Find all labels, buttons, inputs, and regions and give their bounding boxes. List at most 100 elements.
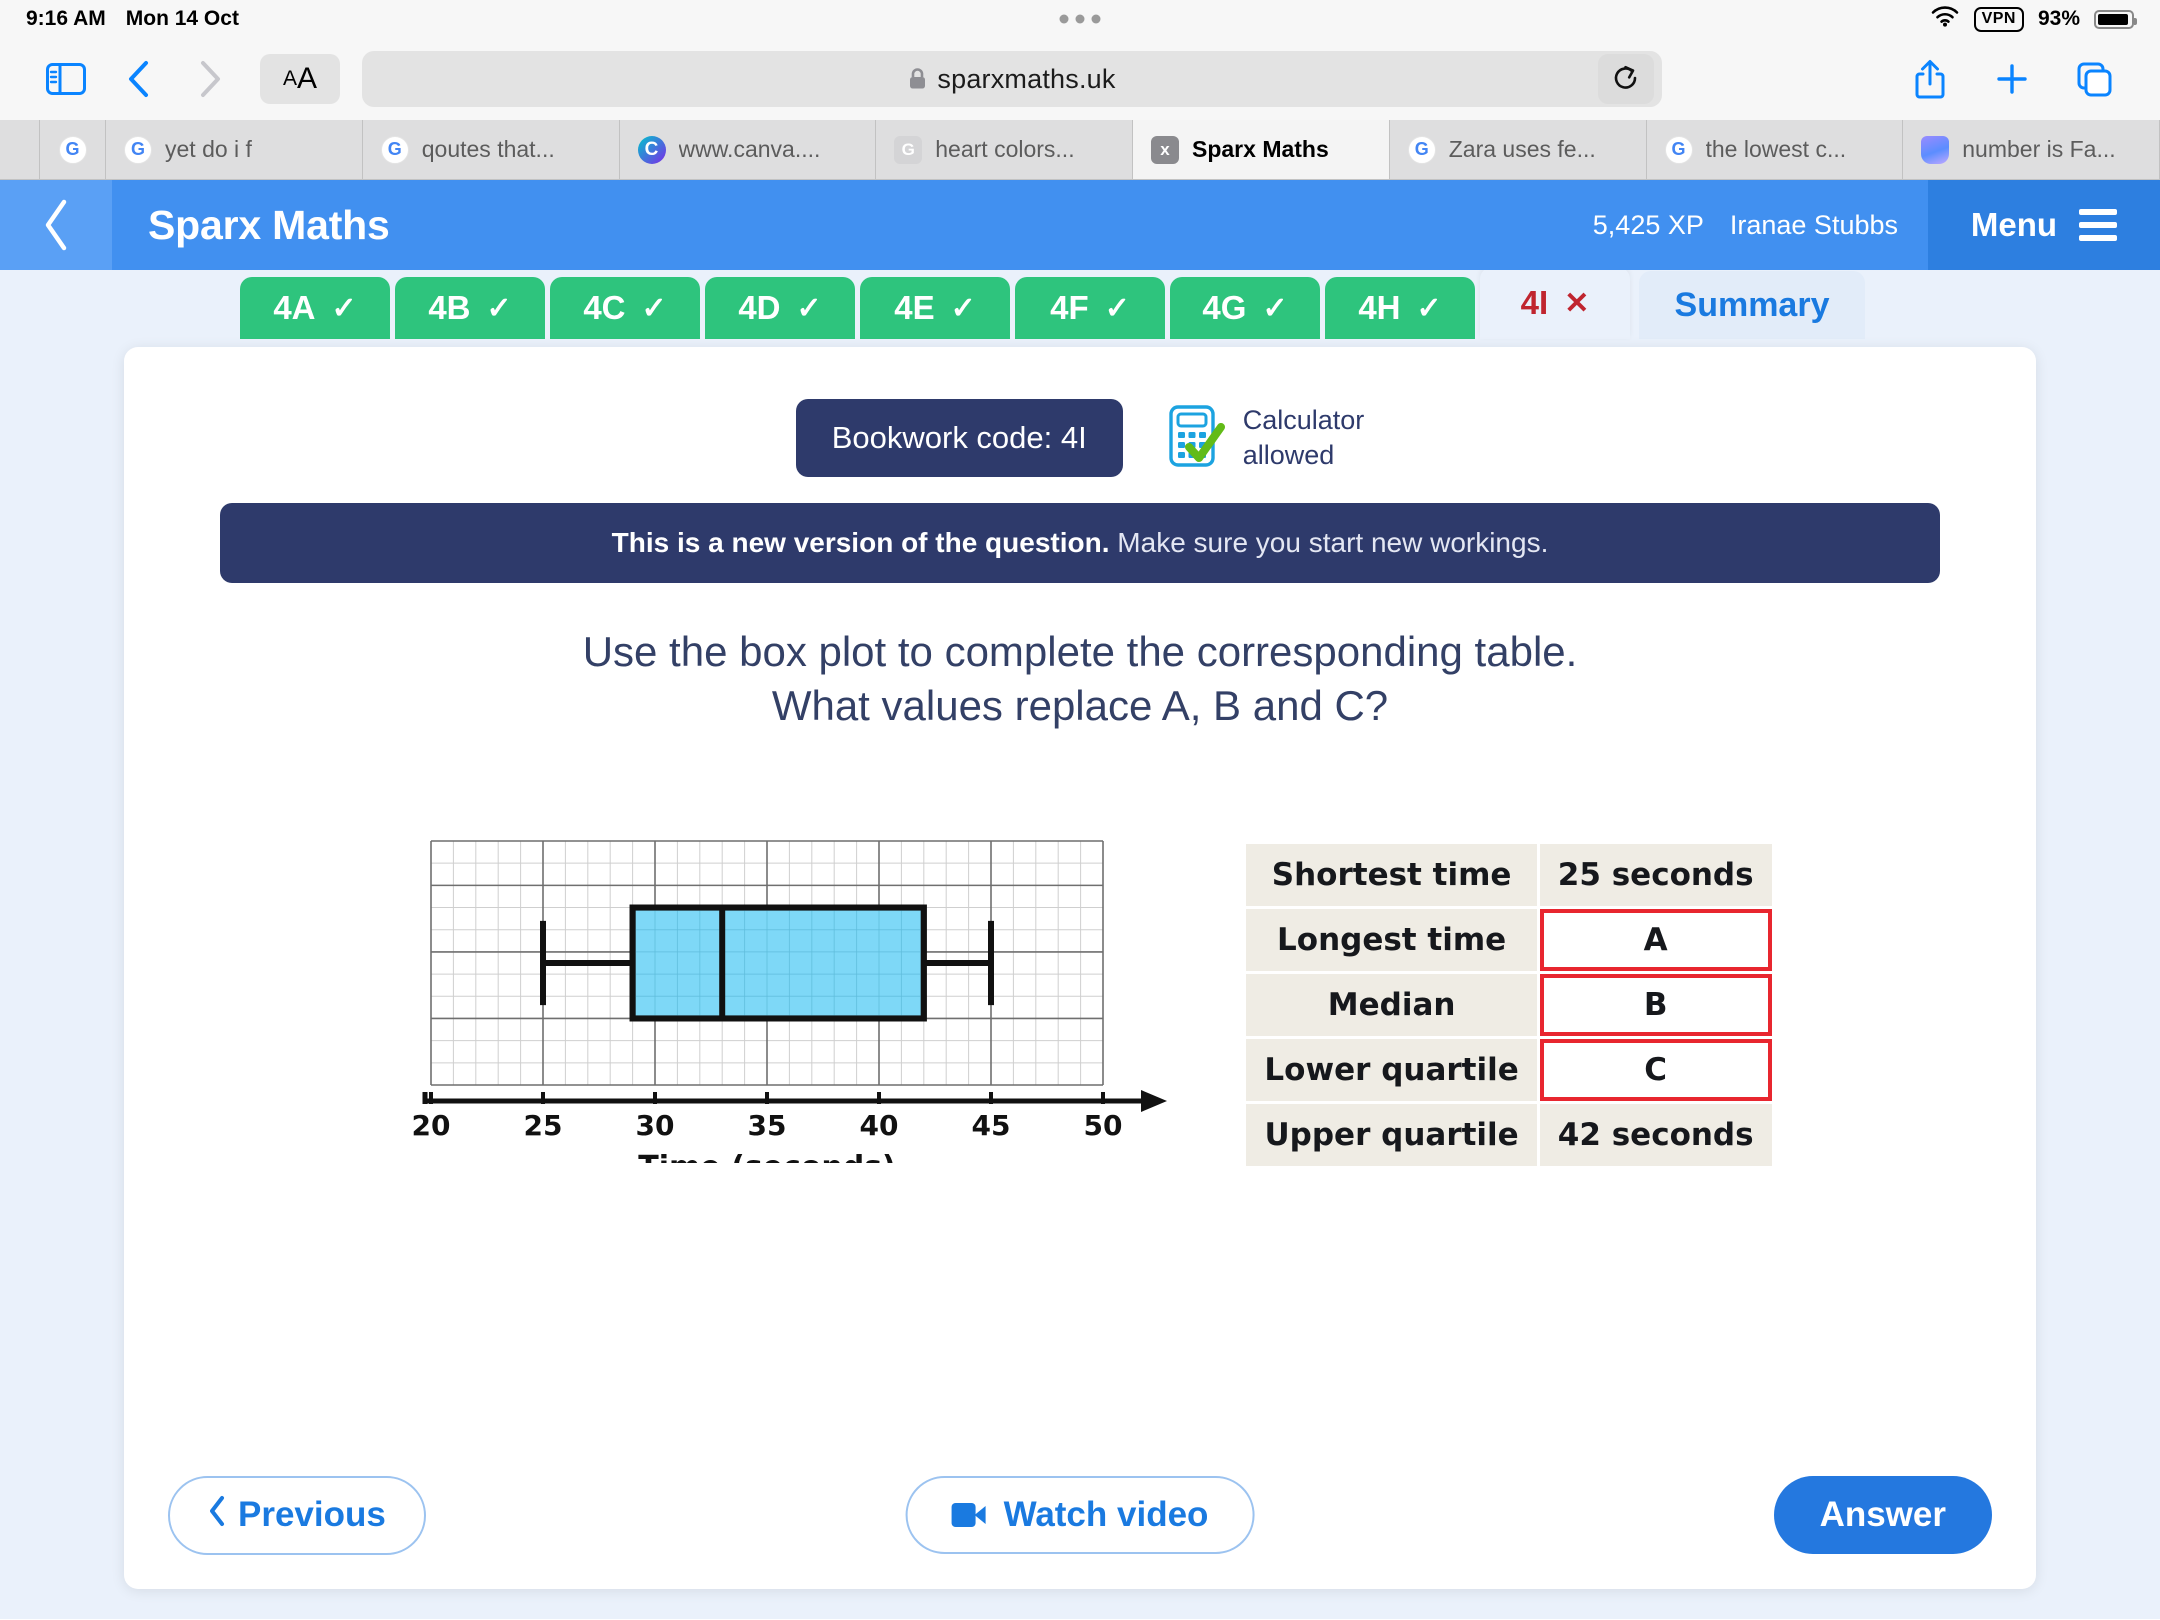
x-tick-label: 25 [524, 1109, 563, 1142]
address-bar[interactable]: sparxmaths.uk [362, 51, 1662, 107]
question-tab-4g[interactable]: 4G ✓ [1170, 277, 1320, 339]
menu-button[interactable]: Menu [1928, 180, 2160, 270]
url-text-wrap: sparxmaths.uk [908, 64, 1115, 95]
tab-label: qoutes that... [421, 136, 555, 162]
check-icon: ✓ [486, 291, 512, 325]
answer-blank-c[interactable]: C [1539, 1038, 1772, 1101]
toolbar-right-actions [1894, 48, 2130, 110]
google-flat-icon: G [894, 135, 923, 164]
row-label: Shortest time [1246, 843, 1537, 906]
tab-label: www.canva.... [678, 136, 821, 162]
calculator-line-1: Calculator [1242, 405, 1365, 436]
question-tab-4f[interactable]: 4F ✓ [1015, 277, 1165, 339]
user-name: Iranae Stubbs [1729, 209, 1898, 240]
question-tab-4d[interactable]: 4D ✓ [705, 277, 855, 339]
app-header-right: 5,425 XP Iranae Stubbs Menu [1593, 180, 2160, 270]
question-tab-4i[interactable]: 4I ✕ [1480, 267, 1630, 339]
video-camera-icon [951, 1503, 986, 1527]
url-text: sparxmaths.uk [937, 63, 1116, 94]
bookwork-row: Bookwork code: 4I Calculator allowed [124, 347, 2036, 477]
app-title: Sparx Maths [148, 201, 390, 248]
google-icon: G [58, 135, 87, 164]
x-axis-label: Time (seconds) [639, 1150, 897, 1163]
check-icon: ✓ [796, 291, 822, 325]
tab-item-6[interactable]: G Zara uses fe... [1390, 120, 1647, 179]
question-tab-4c[interactable]: 4C ✓ [550, 277, 700, 339]
calculator-line-2: allowed [1242, 440, 1335, 470]
status-bar-left: 9:16 AM Mon 14 Oct [26, 7, 239, 31]
watch-video-button[interactable]: Watch video [905, 1476, 1255, 1554]
cross-icon: ✕ [1564, 286, 1590, 320]
new-version-bold-text: This is a new version of the question. [611, 527, 1110, 558]
previous-label: Previous [238, 1495, 386, 1534]
previous-button[interactable]: Previous [168, 1475, 426, 1555]
tab-item-1[interactable]: G yet do i f [106, 120, 363, 179]
tab-item-8[interactable]: number is Fa... [1903, 120, 2160, 179]
tab-item-7[interactable]: G the lowest c... [1647, 120, 1904, 179]
battery-percent: 93% [2037, 7, 2080, 30]
tab-item-4[interactable]: G heart colors... [876, 120, 1133, 179]
aa-large-label: A [297, 62, 318, 95]
wifi-icon [1930, 5, 1960, 33]
xp-counter: 5,425 XP [1592, 209, 1704, 240]
ipad-status-bar: 9:16 AM Mon 14 Oct VPN 93% [0, 0, 2160, 38]
tab-item-2[interactable]: G qoutes that... [363, 120, 620, 179]
x-tick-label: 45 [972, 1109, 1011, 1142]
plot-and-table-area: 20 25 30 35 40 45 50 Time (seconds) Shortest ti… [124, 833, 2036, 1185]
text-size-button[interactable]: AA [260, 54, 340, 104]
question-card: Bookwork code: 4I Calculator allowed Thi… [124, 347, 2036, 1589]
battery-icon [2094, 9, 2137, 29]
question-tab-summary[interactable]: Summary [1639, 271, 1865, 339]
question-tab-label: 4E [894, 289, 935, 326]
question-footer: Previous Watch video Answer [124, 1441, 2036, 1589]
sparx-app-header: Sparx Maths 5,425 XP Iranae Stubbs Menu [0, 180, 2160, 270]
question-tab-label: 4B [428, 289, 471, 326]
question-tab-label: 4F [1050, 289, 1089, 326]
answer-blank-a[interactable]: A [1539, 908, 1772, 971]
lock-icon [908, 67, 927, 90]
canva-icon: C [637, 135, 666, 164]
tab-item-3[interactable]: C www.canva.... [620, 120, 877, 179]
watch-video-label: Watch video [1003, 1495, 1209, 1534]
reload-button[interactable] [1598, 54, 1654, 104]
back-button[interactable] [102, 48, 174, 110]
google-icon: G [1664, 135, 1693, 164]
answer-blank-b[interactable]: B [1539, 973, 1772, 1036]
x-tick-label: 50 [1084, 1109, 1123, 1142]
sidebar-toggle-icon[interactable] [30, 48, 102, 110]
question-tab-4h[interactable]: 4H ✓ [1325, 277, 1475, 339]
question-text: Use the box plot to complete the corresp… [124, 625, 2036, 733]
check-icon: ✓ [331, 291, 357, 325]
tab-item-partial[interactable]: G [40, 120, 106, 179]
answer-label: Answer [1819, 1495, 1946, 1534]
tab-label: Zara uses fe... [1448, 136, 1596, 162]
status-date: Mon 14 Oct [125, 7, 239, 30]
x-tick-label: 40 [860, 1109, 899, 1142]
x-tick-label: 20 [412, 1109, 451, 1142]
question-tab-label: 4H [1358, 289, 1401, 326]
row-label: Longest time [1246, 908, 1537, 971]
box-plot: 20 25 30 35 40 45 50 Time (seconds) [385, 833, 1185, 1185]
share-button[interactable] [1894, 48, 1966, 110]
row-value: 25 seconds [1539, 843, 1772, 906]
question-tab-4e[interactable]: 4E ✓ [860, 277, 1010, 339]
tab-item-sparx-maths[interactable]: x Sparx Maths [1133, 120, 1390, 179]
summary-tab-label: Summary [1674, 285, 1830, 324]
new-version-rest-text: Make sure you start new workings. [1109, 527, 1549, 558]
tab-overview-button[interactable] [2058, 48, 2130, 110]
safari-toolbar: AA sparxmaths.uk [0, 38, 2160, 120]
question-tab-label: 4C [583, 289, 626, 326]
tab-label: yet do i f [165, 136, 252, 162]
question-tab-label: 4D [738, 289, 781, 326]
safari-tab-strip: G G yet do i f G qoutes that... C www.ca… [0, 120, 2160, 180]
multitask-dots-icon[interactable] [1059, 14, 1101, 24]
tab-label: number is Fa... [1962, 136, 2116, 162]
check-icon: ✓ [1262, 291, 1288, 325]
question-tab-label: 4A [273, 289, 316, 326]
x-tick-label: 30 [636, 1109, 675, 1142]
app-back-button[interactable] [0, 180, 112, 270]
question-tab-4b[interactable]: 4B ✓ [395, 277, 545, 339]
question-tab-4a[interactable]: 4A ✓ [240, 277, 390, 339]
answer-button[interactable]: Answer [1773, 1476, 1992, 1554]
new-tab-button[interactable] [1976, 48, 2048, 110]
